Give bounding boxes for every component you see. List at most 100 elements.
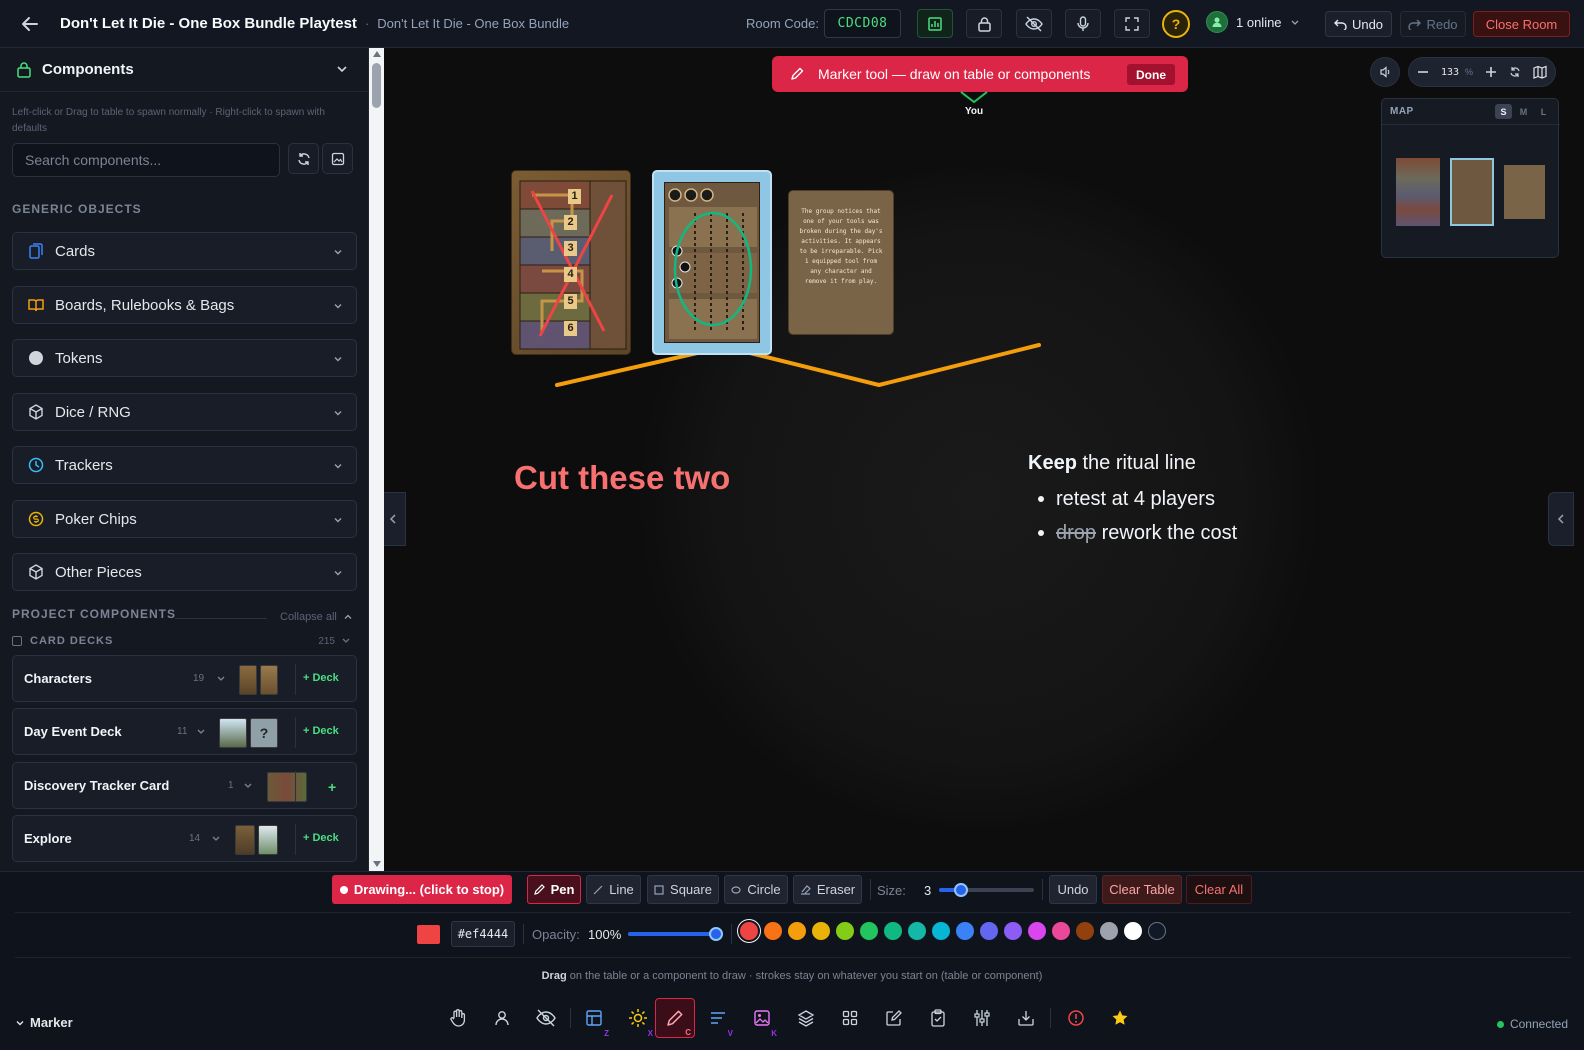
image-button[interactable]	[322, 143, 353, 174]
table-card[interactable]: The group notices that one of your tools…	[788, 190, 894, 335]
hand-icon[interactable]	[440, 998, 476, 1038]
color-swatch[interactable]	[1076, 922, 1094, 940]
color-swatch[interactable]	[812, 922, 830, 940]
accordion-cards[interactable]: Cards	[12, 232, 357, 270]
pen-tool-button[interactable]: Pen	[527, 875, 581, 904]
current-color-swatch[interactable]	[417, 925, 440, 944]
color-swatch[interactable]	[740, 922, 758, 940]
scrollbar-thumb[interactable]	[372, 63, 381, 108]
clear-table-button[interactable]: Clear Table	[1102, 875, 1182, 904]
collapse-sidebar-button[interactable]	[384, 492, 406, 546]
redo-button[interactable]: Redo	[1400, 11, 1466, 37]
clipboard-icon[interactable]	[920, 998, 956, 1038]
add-deck-button[interactable]: + Deck	[303, 672, 339, 684]
accordion-tokens[interactable]: Tokens	[12, 339, 357, 377]
grid-icon[interactable]	[832, 998, 868, 1038]
clear-all-button[interactable]: Clear All	[1186, 875, 1252, 904]
color-swatch[interactable]	[836, 922, 854, 940]
reset-view-icon[interactable]	[1509, 66, 1521, 78]
size-slider[interactable]	[939, 883, 1034, 897]
accordion-boards[interactable]: Boards, Rulebooks & Bags	[12, 286, 357, 324]
sound-button[interactable]	[1370, 57, 1400, 87]
accordion-other-pieces[interactable]: Other Pieces	[12, 553, 357, 591]
deck-row-day-event[interactable]: Day Event Deck 11 ? + Deck	[12, 708, 357, 755]
slider-thumb[interactable]	[709, 927, 723, 941]
color-swatch[interactable]	[884, 922, 902, 940]
card-decks-group[interactable]: CARD DECKS 215	[12, 633, 357, 649]
sidebar-header[interactable]: Components	[0, 48, 368, 92]
marker-pencil-icon[interactable]: C	[655, 998, 695, 1038]
game-table-canvas[interactable]: Marker tool — draw on table or component…	[384, 48, 1584, 871]
zoom-level[interactable]: 133	[1441, 67, 1459, 78]
eraser-tool-button[interactable]: Eraser	[793, 875, 862, 904]
slider-thumb[interactable]	[954, 883, 968, 897]
edit-note-icon[interactable]	[876, 998, 912, 1038]
accordion-poker-chips[interactable]: Poker Chips	[12, 500, 357, 538]
image-icon[interactable]: K	[744, 998, 780, 1038]
chevron-down-icon[interactable]	[196, 726, 206, 736]
color-swatch[interactable]	[980, 922, 998, 940]
add-button[interactable]: +	[328, 779, 336, 795]
chevron-down-icon[interactable]	[216, 673, 226, 683]
color-swatch[interactable]	[908, 922, 926, 940]
undo-stroke-button[interactable]: Undo	[1049, 875, 1097, 904]
minimap-size-large[interactable]: L	[1535, 104, 1552, 119]
help-button[interactable]: ?	[1162, 10, 1190, 38]
minimap[interactable]: MAP S M L	[1381, 98, 1560, 258]
chevron-down-icon[interactable]	[335, 62, 349, 76]
back-arrow-icon[interactable]	[10, 4, 50, 44]
undo-button[interactable]: Undo	[1325, 11, 1392, 37]
close-room-button[interactable]: Close Room	[1473, 11, 1570, 37]
search-input[interactable]: Search components...	[12, 143, 280, 177]
color-swatch[interactable]	[1004, 922, 1022, 940]
selected-table-card[interactable]	[652, 170, 772, 355]
zoom-in-icon[interactable]	[1485, 66, 1497, 78]
mode-selector[interactable]: Marker	[15, 1015, 73, 1030]
circle-tool-button[interactable]: Circle	[724, 875, 788, 904]
color-swatch[interactable]	[956, 922, 974, 940]
deck-row-characters[interactable]: Characters 19 + Deck	[12, 655, 357, 702]
room-code[interactable]: CDCD08	[824, 9, 901, 38]
text-lines-icon[interactable]: V	[700, 998, 736, 1038]
eye-off-icon[interactable]	[1016, 9, 1052, 38]
stats-chart-icon[interactable]	[917, 9, 953, 38]
download-box-icon[interactable]	[1008, 998, 1044, 1038]
online-indicator[interactable]: 1 online	[1206, 11, 1300, 33]
color-swatch[interactable]	[764, 922, 782, 940]
accordion-trackers[interactable]: Trackers	[12, 446, 357, 484]
map-icon[interactable]	[1533, 65, 1547, 79]
color-swatch[interactable]	[1100, 922, 1118, 940]
deck-row-explore[interactable]: Explore 14 + Deck	[12, 815, 357, 862]
done-button[interactable]: Done	[1127, 64, 1175, 85]
sun-icon[interactable]: X	[620, 998, 656, 1038]
minimap-size-small[interactable]: S	[1495, 104, 1512, 119]
collapse-all-button[interactable]: Collapse all	[280, 611, 353, 623]
color-swatch[interactable]	[932, 922, 950, 940]
stop-drawing-button[interactable]: Drawing... (click to stop)	[332, 875, 512, 904]
table-card[interactable]: 1 2 3 4 5 6	[511, 170, 631, 355]
color-swatch[interactable]	[1028, 922, 1046, 940]
sidebar-scrollbar[interactable]	[369, 48, 384, 871]
chevron-down-icon[interactable]	[243, 780, 253, 790]
refresh-button[interactable]	[288, 143, 319, 174]
expand-right-panel-button[interactable]	[1548, 492, 1574, 546]
user-icon[interactable]	[484, 998, 520, 1038]
eye-off-icon[interactable]	[528, 998, 564, 1038]
accordion-dice[interactable]: Dice / RNG	[12, 393, 357, 431]
chevron-down-icon[interactable]	[211, 833, 221, 843]
layers-icon[interactable]	[788, 998, 824, 1038]
square-tool-button[interactable]: Square	[647, 875, 719, 904]
layout-icon[interactable]: Z	[576, 998, 612, 1038]
color-swatch[interactable]	[1052, 922, 1070, 940]
annotation-text[interactable]: Cut these two	[514, 459, 730, 497]
select-checkbox[interactable]	[12, 636, 22, 646]
deck-row-discovery-tracker[interactable]: Discovery Tracker Card 1 +	[12, 762, 357, 809]
zoom-out-icon[interactable]	[1417, 66, 1429, 78]
minimap-size-medium[interactable]: M	[1515, 104, 1532, 119]
color-swatch[interactable]	[1124, 922, 1142, 940]
opacity-slider[interactable]	[628, 927, 723, 941]
star-icon[interactable]	[1102, 998, 1138, 1038]
color-swatch[interactable]	[788, 922, 806, 940]
sliders-icon[interactable]	[964, 998, 1000, 1038]
alert-icon[interactable]	[1058, 998, 1094, 1038]
